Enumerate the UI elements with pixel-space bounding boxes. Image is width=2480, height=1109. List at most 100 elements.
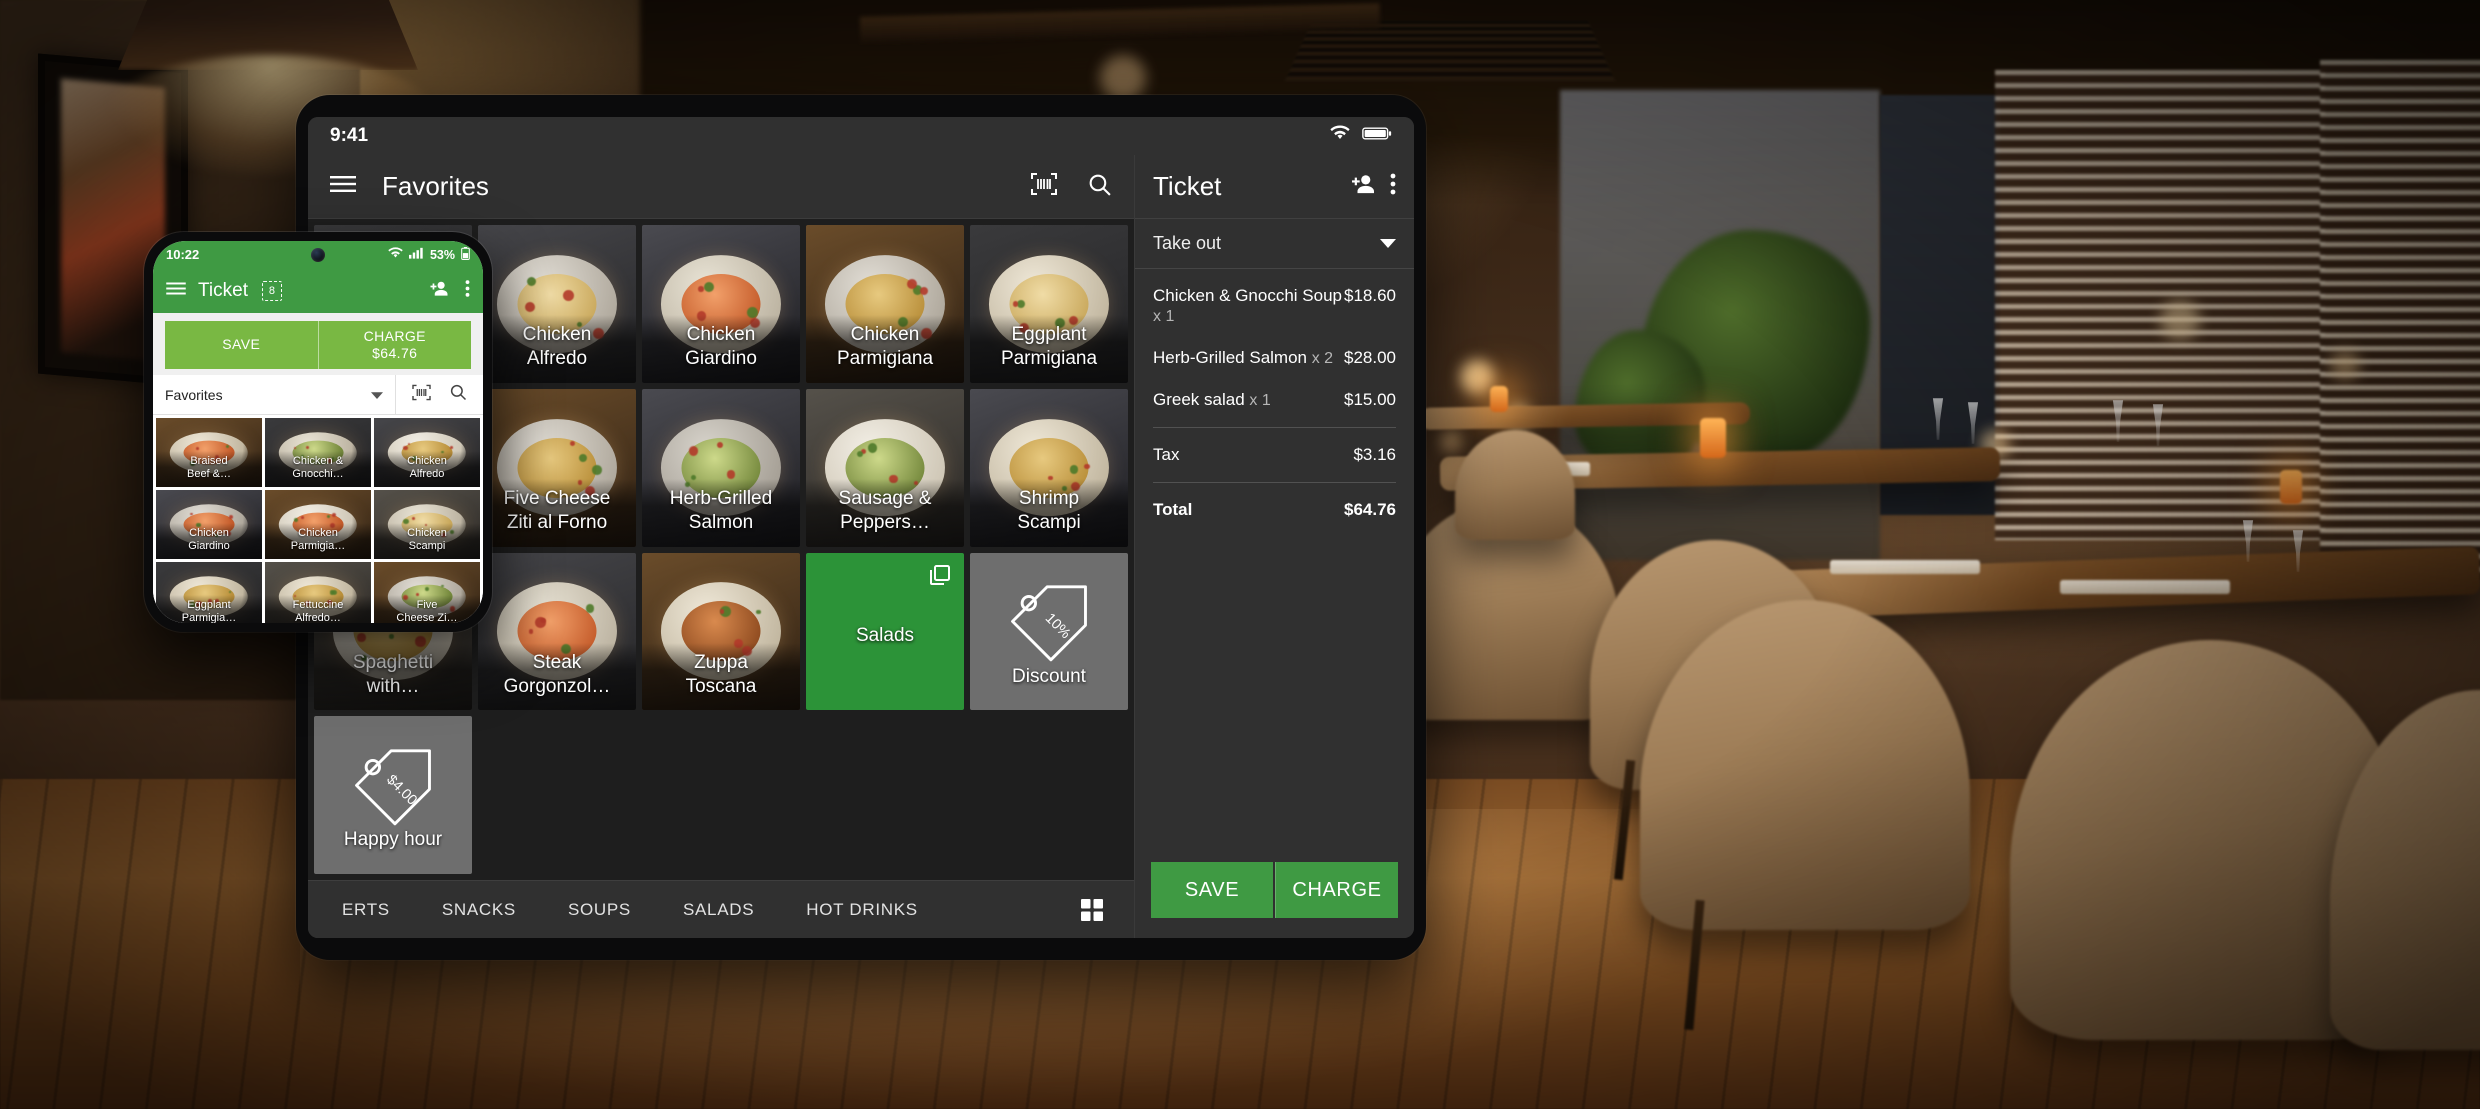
more-vertical-icon[interactable] [465, 279, 470, 303]
product-tile[interactable]: Chicken Scampi [374, 490, 480, 559]
bokeh-light [1460, 360, 1494, 394]
category-tab[interactable]: HOT DRINKS [780, 900, 944, 920]
product-tile-label: Chicken Alfredo [478, 315, 636, 383]
barcode-scanner-icon[interactable] [412, 384, 431, 406]
order-type-select[interactable]: Take out [1135, 219, 1414, 269]
product-tile-label: Zuppa Toscana [642, 642, 800, 711]
product-tile-label: Chicken Giardino [642, 315, 800, 383]
barcode-scanner-icon[interactable] [1031, 172, 1057, 201]
ticket-total-amount: $64.76 [1344, 500, 1396, 519]
food-garnish [301, 516, 304, 519]
ticket-item-qty: x 2 [1311, 350, 1334, 367]
ticket-item-name: Herb-Grilled Salmon [1153, 348, 1307, 367]
product-tile-label: Chicken & Gnocchi… [265, 450, 371, 487]
ticket-item-amount: $18.60 [1344, 286, 1396, 305]
save-button[interactable]: SAVE [165, 321, 318, 369]
ticket-title: Ticket [1153, 171, 1222, 201]
food-garnish [228, 514, 233, 520]
product-tile[interactable]: Chicken Giardino [156, 490, 262, 559]
charge-button[interactable]: CHARGE $64.76 [317, 321, 471, 369]
product-tile[interactable]: Chicken Alfredo [478, 225, 636, 383]
chevron-down-icon [1380, 233, 1396, 254]
product-tile-label: Steak Gorgonzol… [478, 642, 636, 711]
food-garnish [524, 301, 535, 312]
product-tile-label: Herb-Grilled Salmon [642, 479, 800, 547]
ticket-tax-label: Tax [1153, 445, 1180, 464]
more-vertical-icon[interactable] [1390, 172, 1396, 201]
ticket-spacer [1135, 531, 1414, 848]
wifi-icon [388, 247, 403, 262]
category-tab[interactable]: SOUPS [542, 900, 657, 920]
category-tab[interactable]: SALADS [657, 900, 780, 920]
food-garnish [450, 446, 453, 449]
product-tile[interactable]: Salads [806, 552, 964, 711]
tablet-status-bar: 9:41 [308, 117, 1414, 155]
ticket-line-item[interactable]: Greek salad x 1 $15.00 [1153, 379, 1396, 421]
product-tile[interactable]: Shrimp Scampi [970, 388, 1128, 547]
product-tile[interactable]: Herb-Grilled Salmon [642, 388, 800, 547]
food-garnish [196, 446, 199, 450]
product-tile[interactable]: Chicken & Gnocchi… [265, 418, 371, 487]
cellular-signal-icon [408, 247, 424, 262]
food-garnish [698, 286, 704, 292]
ticket-line-item[interactable]: Herb-Grilled Salmon x 2 $28.00 [1153, 337, 1396, 379]
ticket-line-item[interactable]: Chicken & Gnocchi Soup x 1 $18.60 [1153, 275, 1396, 337]
product-tile[interactable]: Steak Gorgonzol… [478, 552, 636, 711]
charge-button[interactable]: CHARGE [1275, 862, 1398, 918]
product-tile[interactable]: Five Cheese Ziti al Forno [478, 388, 636, 547]
product-tile[interactable]: Fettuccine Alfredo… [265, 562, 371, 623]
add-person-icon[interactable] [429, 280, 449, 302]
food-garnish [703, 282, 714, 293]
product-tile-label: Discount [1012, 665, 1086, 687]
phone-product-grid: Braised Beef &… Chicken & Gnocchi… Chicken… [153, 415, 483, 623]
table-candle [1490, 386, 1508, 412]
food-garnish [1069, 465, 1079, 474]
table-napkin [2060, 580, 2230, 594]
food-garnish [412, 517, 416, 520]
food-garnish [719, 609, 724, 614]
phone-status-time: 10:22 [166, 247, 200, 262]
category-tab[interactable]: ERTS [316, 900, 416, 920]
bokeh-light [2160, 300, 2200, 340]
product-tile-label: Salads [855, 624, 915, 646]
food-garnish [867, 443, 878, 453]
bokeh-light [2330, 350, 2360, 380]
tablet-category-tabs: ERTS SNACKS SOUPS SALADS HOT DRINKS [308, 880, 1134, 938]
product-tile[interactable]: $4.00 Happy hour [314, 716, 472, 874]
product-tile-label: Chicken Giardino [156, 522, 262, 559]
product-tile-label: Chicken Parmigia… [265, 522, 371, 559]
phone-page-title: Ticket [198, 279, 248, 301]
product-tile[interactable]: Zuppa Toscana [642, 552, 800, 711]
add-person-icon[interactable] [1350, 173, 1376, 200]
food-garnish [389, 634, 394, 639]
product-tile[interactable]: Chicken Alfredo [374, 418, 480, 487]
tablet-status-time: 9:41 [330, 125, 369, 146]
product-tile[interactable]: Eggplant Parmigiana [970, 225, 1128, 383]
product-tile[interactable]: Eggplant Parmigia… [156, 562, 262, 623]
product-tile-label: Shrimp Scampi [970, 479, 1128, 547]
search-icon[interactable] [1087, 172, 1112, 202]
save-button[interactable]: SAVE [1151, 862, 1273, 918]
food-garnish [528, 629, 534, 634]
ticket-item-name: Chicken & Gnocchi Soup [1153, 286, 1342, 305]
copy-icon [928, 563, 952, 592]
category-tab[interactable]: SNACKS [416, 900, 542, 920]
ticket-divider [1153, 427, 1396, 428]
product-tile[interactable]: Sausage & Peppers… [806, 388, 964, 547]
product-tile[interactable]: 10% Discount [970, 552, 1128, 711]
ticket-item-qty: x 1 [1153, 308, 1175, 325]
product-tile[interactable]: Chicken Parmigiana [806, 225, 964, 383]
ticket-tax-amount: $3.16 [1353, 445, 1396, 464]
hamburger-menu-icon[interactable] [330, 174, 356, 199]
category-select[interactable]: Favorites [153, 375, 396, 414]
product-tile[interactable]: Braised Beef &… [156, 418, 262, 487]
grid-view-icon[interactable] [1058, 898, 1126, 922]
hamburger-menu-icon[interactable] [166, 281, 186, 301]
product-tile[interactable]: Chicken Parmigia… [265, 490, 371, 559]
product-tile-label: Eggplant Parmigiana [970, 315, 1128, 383]
product-tile[interactable]: Chicken Giardino [642, 225, 800, 383]
phone-action-bar: SAVE CHARGE $64.76 [153, 313, 483, 375]
product-tile[interactable]: Five Cheese Zi… [374, 562, 480, 623]
ticket-tax-row: Tax $3.16 [1153, 434, 1396, 476]
search-icon[interactable] [449, 383, 467, 406]
